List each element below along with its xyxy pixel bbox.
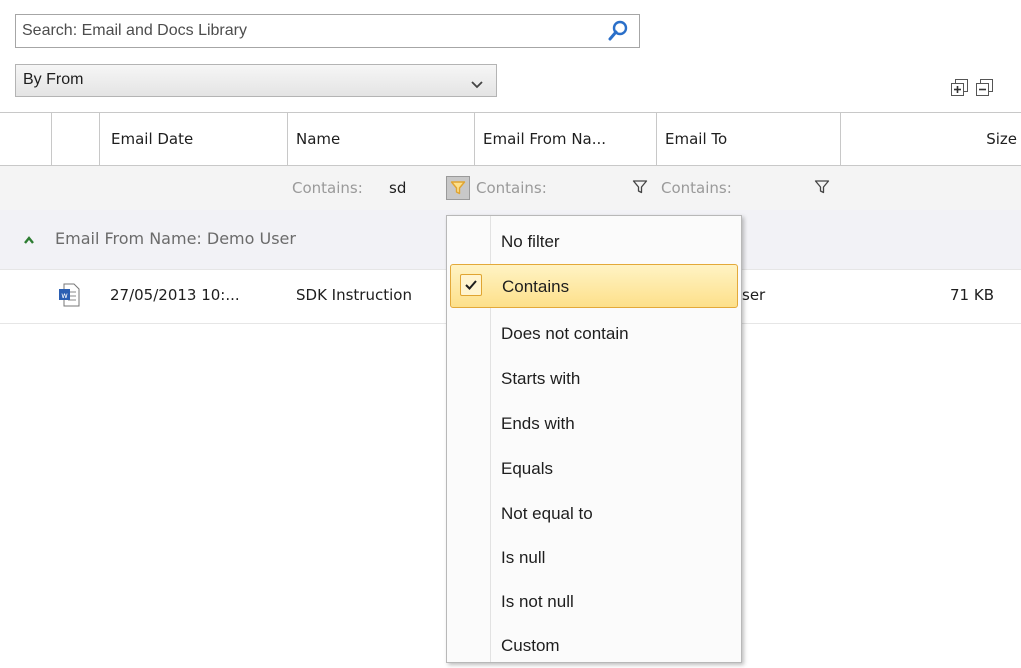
- name-filter-value: sd: [389, 179, 407, 197]
- group-by-select[interactable]: By From: [15, 64, 497, 97]
- search-input[interactable]: [22, 18, 582, 44]
- name-cell: SDK Instruction: [296, 286, 412, 304]
- caret-up-icon[interactable]: [23, 231, 35, 249]
- search-icon[interactable]: [607, 20, 629, 42]
- word-document-icon: w: [58, 283, 80, 311]
- collapse-all-icon[interactable]: [976, 79, 993, 96]
- name-filter-button[interactable]: [446, 176, 470, 200]
- name-filter-prefix: Contains:: [292, 179, 363, 197]
- group-by-value: By From: [23, 71, 84, 88]
- menu-item-no-filter[interactable]: No filter: [447, 220, 741, 264]
- filter-icon: [632, 180, 648, 194]
- filter-icon: [814, 180, 830, 194]
- column-header-name[interactable]: Name: [288, 113, 475, 165]
- email-to-filter-button[interactable]: [811, 176, 835, 200]
- menu-item-contains[interactable]: Contains: [450, 264, 738, 308]
- column-header-size[interactable]: Size: [841, 113, 1021, 165]
- menu-item-does-not-contain[interactable]: Does not contain: [447, 312, 741, 356]
- menu-item-starts-with[interactable]: Starts with: [447, 357, 741, 401]
- search-box[interactable]: [15, 14, 640, 48]
- column-header-email-from-name[interactable]: Email From Na...: [475, 113, 657, 165]
- column-header-expander[interactable]: [0, 113, 52, 165]
- menu-item-custom[interactable]: Custom: [447, 624, 741, 668]
- menu-item-ends-with[interactable]: Ends with: [447, 402, 741, 446]
- filter-operator-menu: No filter Contains Does not contain Star…: [446, 215, 742, 663]
- menu-item-not-equal-to[interactable]: Not equal to: [447, 492, 741, 536]
- grid-header: Email Date Name Email From Na... Email T…: [0, 112, 1021, 166]
- email-from-filter-prefix[interactable]: Contains:: [476, 179, 547, 197]
- menu-item-is-not-null[interactable]: Is not null: [447, 580, 741, 624]
- column-header-icon[interactable]: [52, 113, 100, 165]
- email-to-filter-prefix[interactable]: Contains:: [661, 179, 732, 197]
- email-to-cell: ser: [742, 286, 766, 304]
- filter-icon: [450, 181, 466, 195]
- column-header-email-to[interactable]: Email To: [657, 113, 841, 165]
- menu-item-equals[interactable]: Equals: [447, 447, 741, 491]
- size-cell: 71 KB: [950, 286, 994, 304]
- expand-all-icon[interactable]: [951, 79, 968, 96]
- group-label: Email From Name: Demo User: [55, 229, 296, 248]
- email-from-filter-button[interactable]: [629, 176, 653, 200]
- name-filter-input[interactable]: sd: [389, 179, 406, 197]
- chevron-down-icon: [470, 76, 484, 89]
- column-header-email-date[interactable]: Email Date: [100, 113, 288, 165]
- filter-row: Contains: sd Contains: Contains:: [0, 166, 1021, 210]
- check-icon: [460, 274, 482, 296]
- svg-text:w: w: [61, 291, 68, 300]
- email-date-cell: 27/05/2013 10:...: [110, 286, 240, 304]
- menu-item-is-null[interactable]: Is null: [447, 536, 741, 580]
